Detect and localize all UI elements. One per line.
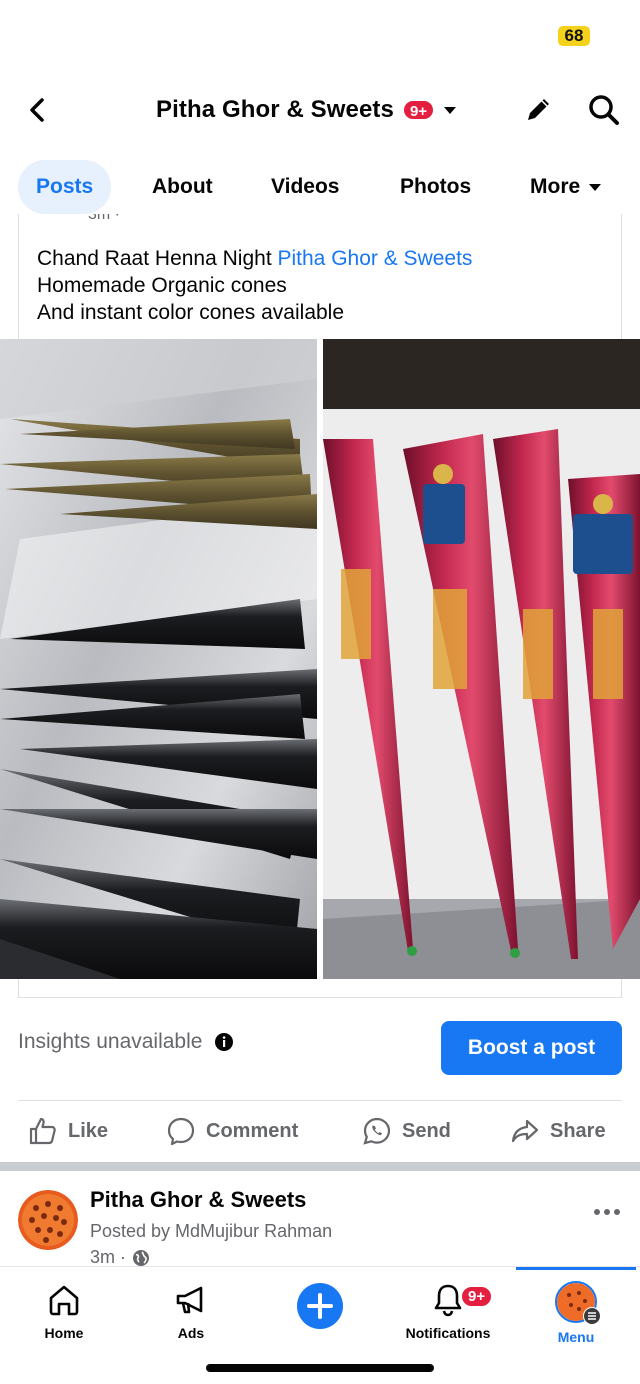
nav-active-indicator xyxy=(516,1267,636,1270)
back-button[interactable] xyxy=(20,92,56,128)
post-photo-black-cones[interactable] xyxy=(0,339,317,979)
more-horizontal-icon xyxy=(594,1209,620,1215)
tab-photos[interactable]: Photos xyxy=(400,160,471,214)
menu-avatar xyxy=(555,1281,601,1325)
back-arrow-icon xyxy=(30,98,44,122)
post-text-line2: Homemade Organic cones xyxy=(37,274,287,297)
status-bar: 68 xyxy=(0,0,640,70)
tab-more[interactable]: More xyxy=(530,160,602,214)
avatar-image xyxy=(18,1190,78,1250)
page-mention-link[interactable]: Pitha Ghor & Sweets xyxy=(278,247,473,270)
post-timestamp: 3m · xyxy=(88,214,120,223)
page-title-dropdown[interactable]: Pitha Ghor & Sweets 9+ xyxy=(156,94,457,126)
like-label: Like xyxy=(68,1119,109,1142)
post-text-line3: And instant color cones available xyxy=(37,301,345,324)
nav-home-label: Home xyxy=(44,1325,84,1341)
title-notification-badge: 9+ xyxy=(401,99,436,121)
nav-menu[interactable]: Menu xyxy=(516,1281,636,1345)
info-icon[interactable] xyxy=(214,1032,234,1052)
insights-row: Insights unavailable xyxy=(18,1030,234,1054)
next-post-time: 3m · xyxy=(90,1247,150,1268)
next-post-author: Posted by MdMujibur Rahman xyxy=(90,1221,333,1241)
nav-notifications-label: Notifications xyxy=(405,1325,491,1341)
caret-down-icon xyxy=(444,107,457,114)
next-post-page-name[interactable]: Pitha Ghor & Sweets xyxy=(90,1187,306,1213)
page-tabs: Posts About Videos Photos More xyxy=(0,160,640,214)
comment-icon xyxy=(167,1117,195,1146)
nav-ads-label: Ads xyxy=(177,1325,205,1341)
post-options-button[interactable] xyxy=(594,1196,620,1222)
boost-post-button[interactable]: Boost a post xyxy=(441,1021,622,1075)
page-title: Pitha Ghor & Sweets xyxy=(156,96,394,123)
tab-posts[interactable]: Posts xyxy=(18,160,112,214)
plus-icon xyxy=(307,1293,333,1319)
tab-about[interactable]: About xyxy=(152,160,213,214)
nav-notifications[interactable]: 9+ Notifications xyxy=(388,1281,508,1341)
henna-cones-photo xyxy=(0,339,317,979)
kaveri-cones-photo xyxy=(323,339,640,979)
menu-lines-icon xyxy=(583,1307,601,1325)
edit-button[interactable] xyxy=(520,92,556,128)
comment-button[interactable]: Comment xyxy=(166,1108,298,1154)
home-icon xyxy=(49,1285,79,1316)
comment-label: Comment xyxy=(206,1119,299,1142)
thumbs-up-icon xyxy=(29,1117,56,1145)
battery-indicator: 68 xyxy=(558,26,590,46)
page-header: Pitha Ghor & Sweets 9+ xyxy=(0,80,640,140)
divider xyxy=(18,1100,622,1101)
globe-icon xyxy=(133,1249,149,1266)
nav-menu-label: Menu xyxy=(557,1329,595,1345)
create-button[interactable] xyxy=(297,1283,343,1329)
send-label: Send xyxy=(402,1119,451,1142)
share-button[interactable]: Share xyxy=(510,1108,606,1154)
post-photo-red-cones[interactable] xyxy=(323,339,640,979)
like-button[interactable]: Like xyxy=(28,1108,108,1154)
share-label: Share xyxy=(550,1119,606,1142)
share-icon xyxy=(511,1119,539,1143)
tab-videos[interactable]: Videos xyxy=(271,160,339,214)
post-actions: Like Comment Send Share xyxy=(0,1108,640,1154)
nav-create[interactable] xyxy=(260,1281,380,1329)
feed-separator xyxy=(0,1162,640,1171)
caret-down-icon xyxy=(589,184,602,191)
tab-more-label: More xyxy=(530,175,581,198)
megaphone-icon xyxy=(176,1286,203,1314)
post-text: Chand Raat Henna Night Pitha Ghor & Swee… xyxy=(37,245,617,326)
home-indicator xyxy=(206,1364,434,1372)
insights-label: Insights unavailable xyxy=(18,1030,203,1053)
page-avatar[interactable] xyxy=(18,1190,78,1250)
pencil-icon xyxy=(528,99,549,120)
search-icon xyxy=(589,95,619,125)
notifications-badge: 9+ xyxy=(460,1285,494,1308)
nav-ads[interactable]: Ads xyxy=(131,1281,251,1341)
whatsapp-icon xyxy=(363,1117,391,1145)
post-text-line1: Chand Raat Henna Night xyxy=(37,247,278,270)
search-button[interactable] xyxy=(584,92,624,128)
send-button[interactable]: Send xyxy=(362,1108,451,1154)
nav-home[interactable]: Home xyxy=(4,1281,124,1341)
next-post-time-label: 3m · xyxy=(90,1247,126,1267)
